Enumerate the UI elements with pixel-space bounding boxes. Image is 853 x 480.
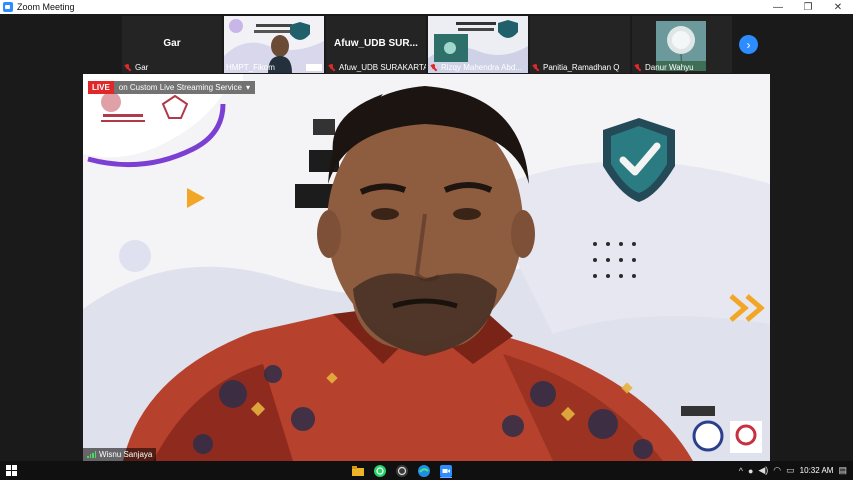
participant-name: Danur Wahyu [645,63,694,72]
close-button[interactable]: ✕ [823,0,853,14]
windows-start-icon[interactable] [6,465,17,476]
obs-icon[interactable] [394,463,410,478]
participant-tile[interactable]: Panitia_Ramadhan Q [530,16,630,73]
zoom-icon[interactable] [438,463,454,478]
windows-taskbar: ^ ● ◀) ◠ ▭ 10:32 AM ▤ [0,461,853,480]
speaker-video-frame [83,74,770,461]
participant-label: Danur Wahyu [634,63,694,72]
volume-icon[interactable]: ◀) [758,465,768,476]
window-controls: — ❐ ✕ [763,0,853,14]
participant-name: Gar [135,63,149,72]
mic-muted-icon [532,63,540,72]
live-tag: LIVE [88,80,114,94]
edge-icon[interactable] [416,463,432,478]
caret-down-icon: ▾ [245,82,250,92]
participant-label: Gar [124,63,148,72]
maximize-button[interactable]: ❐ [793,0,823,14]
chevron-right-icon[interactable]: › [739,35,758,54]
speaker-name: Wisnu Sanjaya [99,450,153,459]
participant-strip: Gar Gar HMPT_Fikom Afuw_UDB SUR... Afuw_… [0,14,853,74]
notification-icon[interactable]: ▤ [838,465,847,476]
participant-label: HMPT_Fikom [226,63,275,72]
clock-time[interactable]: 10:32 AM [800,466,834,475]
signal-strength-icon [87,451,96,458]
mic-muted-icon [124,63,132,72]
participant-tile[interactable]: Afuw_UDB SUR... Afuw_UDB SURAKARTA [326,16,426,73]
active-speaker-video: LIVE on Custom Live Streaming Service ▾ … [83,74,770,461]
participant-label: Rizqy Mahendra Abd... [430,63,522,72]
folder-icon[interactable] [350,463,366,478]
participant-display-name: Gar [163,38,181,49]
system-tray: ^ ● ◀) ◠ ▭ 10:32 AM ▤ [739,461,853,480]
microphone-icon[interactable]: ● [748,466,753,476]
mic-muted-icon [430,63,438,72]
window-title: Zoom Meeting [17,2,75,12]
participant-tile[interactable]: Danur Wahyu [632,16,732,73]
taskbar-apps [350,463,454,478]
mic-muted-icon [634,63,642,72]
participant-name: Panitia_Ramadhan Q [543,63,620,72]
speaker-name-label: Wisnu Sanjaya [83,448,157,461]
participant-label: Panitia_Ramadhan Q [532,63,620,72]
battery-icon[interactable]: ▭ [786,465,795,476]
live-stream-indicator[interactable]: LIVE on Custom Live Streaming Service ▾ [88,80,255,94]
participant-name: Rizqy Mahendra Abd... [441,63,522,72]
stream-service-label: on Custom Live Streaming Service [118,82,242,92]
participant-tile[interactable]: Gar Gar [122,16,222,73]
participant-display-name: Afuw_UDB SUR... [334,38,418,49]
title-bar: Zoom Meeting — ❐ ✕ [0,0,853,14]
whatsapp-icon[interactable] [372,463,388,478]
zoom-app-icon [3,2,13,12]
participant-name: Afuw_UDB SURAKARTA [339,63,426,72]
participant-tile[interactable]: Rizqy Mahendra Abd... [428,16,528,73]
participant-name: HMPT_Fikom [226,63,275,72]
stream-service-dropdown[interactable]: on Custom Live Streaming Service ▾ [113,80,255,94]
minimize-button[interactable]: — [763,0,793,14]
wifi-icon[interactable]: ◠ [773,465,781,476]
mic-muted-icon [328,63,336,72]
participant-tile[interactable]: HMPT_Fikom [224,16,324,73]
chevron-up-icon[interactable]: ^ [739,466,743,476]
participant-label: Afuw_UDB SURAKARTA [328,63,426,72]
